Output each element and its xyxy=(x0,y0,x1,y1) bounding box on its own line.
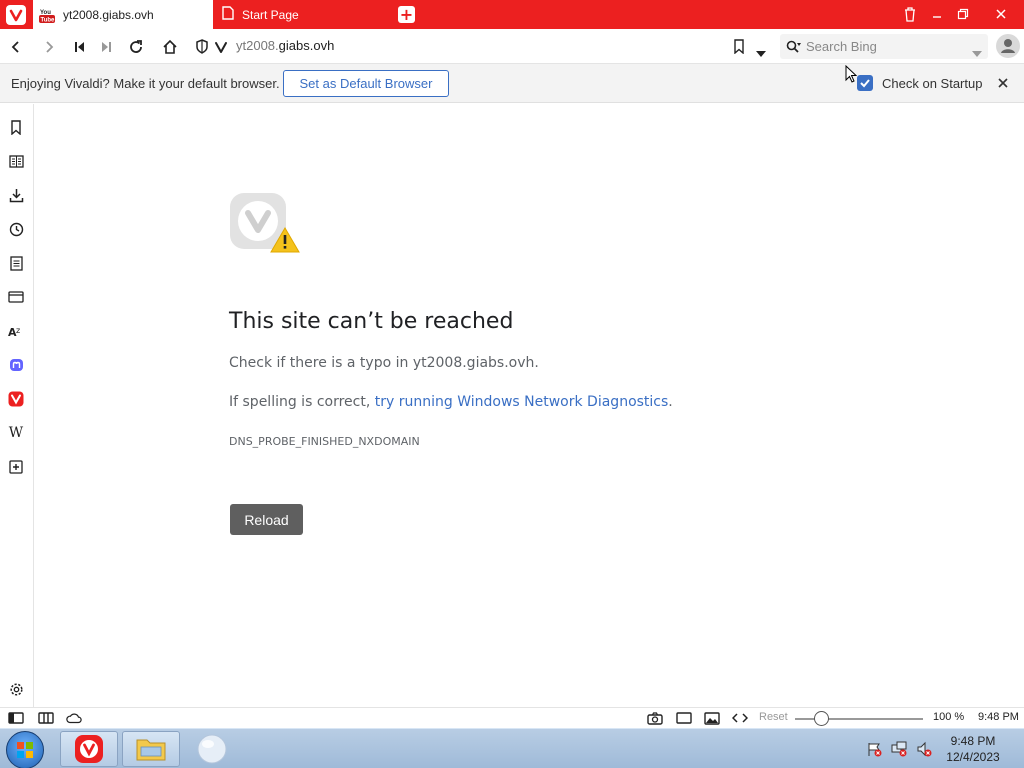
tab-yt2008[interactable]: You Tube yt2008.giabs.ovh xyxy=(33,0,213,29)
taskbar-time: 9:48 PM xyxy=(950,734,996,748)
error-page: This site can’t be reached Check if ther… xyxy=(35,104,1024,707)
search-engine-dropdown-icon[interactable] xyxy=(972,43,982,62)
tab-tiling-icon[interactable] xyxy=(38,711,54,725)
window-panel-icon[interactable] xyxy=(7,288,25,306)
fast-forward-icon[interactable] xyxy=(95,36,117,58)
vivaldi-icon[interactable] xyxy=(7,390,25,408)
images-icon[interactable] xyxy=(704,711,720,725)
notes-icon[interactable] xyxy=(7,254,25,272)
zoom-level[interactable]: 100 % xyxy=(933,711,964,723)
diagnostics-suffix: . xyxy=(668,394,673,410)
diagnostics-prefix: If spelling is correct, xyxy=(229,394,375,410)
tab-title: yt2008.giabs.ovh xyxy=(63,7,154,22)
new-tab-button[interactable]: + xyxy=(398,6,415,23)
shield-icon[interactable] xyxy=(195,39,209,58)
status-bar: Reset 100 % 9:48 PM xyxy=(0,707,1024,728)
url-domain: giabs.ovh xyxy=(278,38,335,53)
page-tiling-icon[interactable] xyxy=(676,711,692,725)
page-actions-icon[interactable] xyxy=(732,711,748,725)
youtube-icon: You Tube xyxy=(39,7,55,23)
sync-cloud-icon[interactable] xyxy=(66,711,82,725)
tab-title: Start Page xyxy=(242,7,299,22)
set-default-browser-button[interactable]: Set as Default Browser xyxy=(283,70,449,97)
close-window-icon[interactable] xyxy=(988,2,1014,26)
action-center-flag-icon[interactable] xyxy=(866,741,882,757)
network-diagnostics-link[interactable]: try running Windows Network Diagnostics xyxy=(375,394,669,410)
rewind-icon[interactable] xyxy=(69,36,91,58)
search-placeholder: Search Bing xyxy=(806,39,877,54)
reload-icon[interactable] xyxy=(125,36,147,58)
zoom-reset-button[interactable]: Reset xyxy=(759,711,788,723)
taskbar-orb-icon[interactable] xyxy=(196,733,228,765)
check-on-startup-checkbox[interactable] xyxy=(857,75,873,91)
search-field[interactable]: Search Bing xyxy=(780,34,988,59)
url-field[interactable]: yt2008.giabs.ovh xyxy=(192,34,774,59)
home-icon[interactable] xyxy=(159,36,181,58)
tab-start-page[interactable]: Start Page xyxy=(214,0,390,29)
restore-icon[interactable] xyxy=(950,2,976,26)
vivaldi-site-icon[interactable] xyxy=(214,39,228,58)
bookmark-icon[interactable] xyxy=(733,39,745,58)
zoom-slider-thumb[interactable] xyxy=(814,711,829,726)
history-icon[interactable] xyxy=(7,220,25,238)
forward-icon[interactable] xyxy=(38,36,60,58)
volume-muted-icon[interactable] xyxy=(916,741,932,757)
profile-avatar-icon[interactable] xyxy=(996,34,1020,58)
trash-icon[interactable] xyxy=(897,2,923,26)
start-button-icon[interactable] xyxy=(6,731,44,768)
side-panel: Az W xyxy=(0,104,34,707)
panel-toggle-icon[interactable] xyxy=(8,711,24,725)
bookmarks-icon[interactable] xyxy=(7,118,25,136)
downloads-icon[interactable] xyxy=(7,186,25,204)
start-page-icon xyxy=(222,5,234,24)
error-title: This site can’t be reached xyxy=(229,309,514,334)
status-clock: 9:48 PM xyxy=(978,711,1019,723)
back-icon[interactable] xyxy=(5,36,27,58)
taskbar-vivaldi-icon[interactable] xyxy=(60,731,118,767)
translate-icon[interactable]: Az xyxy=(7,322,25,340)
svg-text:z: z xyxy=(16,326,20,335)
chevron-down-icon[interactable] xyxy=(756,43,766,62)
mouse-cursor-icon xyxy=(845,64,859,89)
mastodon-icon[interactable] xyxy=(7,356,25,374)
windows-taskbar: 9:48 PM 12/4/2023 xyxy=(0,728,1024,768)
vivaldi-logo-icon xyxy=(9,9,23,22)
tab-bar: You Tube yt2008.giabs.ovh Start Page + xyxy=(0,0,1024,29)
default-browser-notification: Enjoying Vivaldi? Make it your default b… xyxy=(0,64,1024,103)
network-icon[interactable] xyxy=(891,741,907,757)
wikipedia-icon[interactable]: W xyxy=(7,424,25,442)
url-text: yt2008.giabs.ovh xyxy=(236,38,334,53)
taskbar-date: 12/4/2023 xyxy=(946,750,1000,764)
close-notification-icon[interactable] xyxy=(995,75,1011,91)
search-icon xyxy=(786,39,802,58)
add-panel-icon[interactable] xyxy=(7,458,25,476)
check-on-startup-label: Check on Startup xyxy=(882,76,983,91)
notification-message: Enjoying Vivaldi? Make it your default b… xyxy=(11,76,280,91)
vivaldi-menu-button[interactable] xyxy=(6,5,26,25)
site-unreachable-icon xyxy=(229,192,301,256)
minimize-icon[interactable] xyxy=(924,2,950,26)
error-typo-hint: Check if there is a typo in yt2008.giabs… xyxy=(229,355,539,371)
taskbar-file-explorer-icon[interactable] xyxy=(122,731,180,767)
capture-camera-icon[interactable] xyxy=(647,711,663,725)
reading-list-icon[interactable] xyxy=(7,152,25,170)
taskbar-clock[interactable]: 9:48 PM 12/4/2023 xyxy=(940,733,1006,765)
settings-gear-icon[interactable] xyxy=(7,680,25,698)
reload-button[interactable]: Reload xyxy=(230,504,303,535)
error-diagnostics-hint: If spelling is correct, try running Wind… xyxy=(229,394,673,410)
svg-text:Tube: Tube xyxy=(41,17,56,23)
url-prefix: yt2008. xyxy=(236,38,279,53)
error-code: DNS_PROBE_FINISHED_NXDOMAIN xyxy=(229,435,420,448)
address-bar: yt2008.giabs.ovh Search Bing xyxy=(0,29,1024,64)
